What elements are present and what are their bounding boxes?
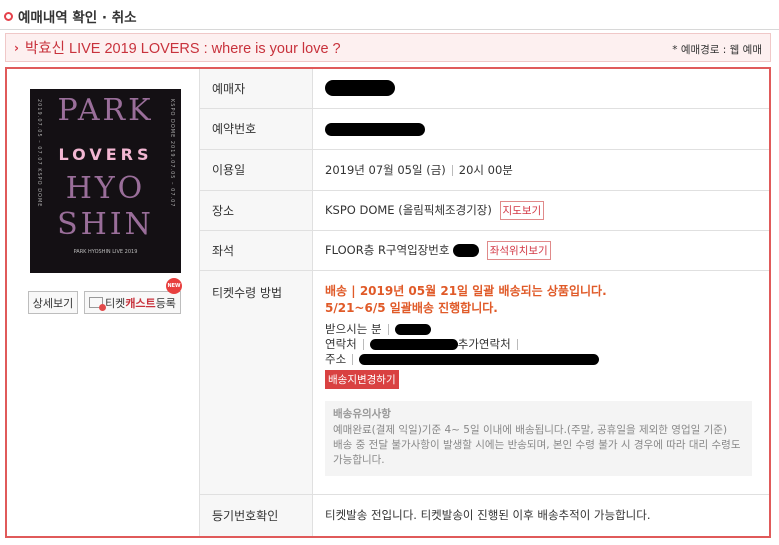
booking-route: * 예매경로 : 웹 예매 bbox=[672, 44, 762, 56]
row-booker: 예매자 bbox=[199, 69, 769, 109]
extra-contact-label: 추가연락처 bbox=[457, 336, 511, 351]
venue-text: KSPO DOME (올림픽체조경기장) bbox=[325, 202, 492, 217]
booking-detail-box: 2019.07.05 – 07.07 KSPO DOME KSPO DOME 2… bbox=[5, 67, 771, 538]
ticketcast-prefix: 티켓 bbox=[105, 296, 126, 310]
booking-info-table: 예매자 예약번호 이용일 2019년 07월 05일 (금) 20시 00분 장소… bbox=[199, 69, 769, 536]
delivery-notice-box: 배송유의사항 예매완료(결제 익일)기준 4~ 5일 이내에 배송됩니다.(주말… bbox=[325, 400, 752, 476]
poster-subtitle: PARK HYOSHIN LIVE 2019 bbox=[73, 249, 138, 255]
receipt-value: 배송 | 2019년 05월 21일 일괄 배송되는 상품입니다. 5/21~6… bbox=[312, 270, 769, 495]
redacted-mask bbox=[369, 338, 458, 350]
address-label: 주소 bbox=[325, 351, 347, 366]
bullet-ring-icon bbox=[4, 11, 13, 21]
row-registered-no: 등기번호확인 티켓발송 전입니다. 티켓발송이 진행된 이후 배송추적이 가능합… bbox=[199, 494, 770, 536]
registered-no-label: 등기번호확인 bbox=[199, 494, 313, 536]
row-seat: 좌석 FLOOR층 R구역입장번호 좌석위치보기 bbox=[199, 230, 769, 271]
detail-view-button[interactable]: 상세보기 bbox=[28, 291, 78, 314]
notice-text-1: 예매완료(결제 익일)기준 4~ 5일 이내에 배송됩니다.(주말, 공휴일을 … bbox=[333, 423, 728, 436]
venue-value: KSPO DOME (올림픽체조경기장) 지도보기 bbox=[312, 190, 769, 231]
seat-text: FLOOR층 R구역입장번호 bbox=[325, 242, 450, 257]
date-label: 이용일 bbox=[199, 149, 313, 191]
separator bbox=[352, 353, 354, 365]
address-line: 주소 bbox=[325, 352, 769, 367]
delivery-info-1: 배송 | 2019년 05월 21일 일괄 배송되는 상품입니다. bbox=[325, 283, 607, 298]
section-divider bbox=[0, 29, 779, 30]
row-venue: 장소 KSPO DOME (올림픽체조경기장) 지도보기 bbox=[199, 190, 769, 231]
ticketcast-suffix: 등록 bbox=[155, 296, 176, 310]
poster-text-hyo: HYO bbox=[65, 171, 146, 206]
redacted-mask bbox=[453, 243, 480, 257]
recipient-label: 받으시는 분 bbox=[325, 321, 382, 336]
venue-label: 장소 bbox=[199, 190, 313, 231]
contact-label: 연락처 bbox=[325, 336, 357, 351]
row-receipt: 티켓수령 방법 배송 | 2019년 05월 21일 일괄 배송되는 상품입니다… bbox=[199, 270, 769, 495]
booking-no-value bbox=[312, 108, 769, 150]
poster-text-park: PARK bbox=[57, 93, 154, 128]
contact-line: 연락처 추가연락처 bbox=[325, 337, 769, 352]
recipient-line: 받으시는 분 bbox=[325, 322, 769, 337]
change-address-button[interactable]: 배송지변경하기 bbox=[325, 369, 399, 389]
date-text: 2019년 07월 05일 (금) bbox=[325, 162, 446, 177]
row-booking-no: 예약번호 bbox=[199, 108, 769, 150]
separator bbox=[451, 164, 453, 176]
poster-text-lovers: LOVERS bbox=[58, 145, 153, 164]
notice-text-2: 배송 중 전달 불가사항이 발생할 시에는 반송되며, 본인 수령 불가 시 경… bbox=[333, 438, 741, 466]
ticketcast-mid: 캐스트 bbox=[125, 296, 156, 310]
chevron-right-icon: › bbox=[14, 40, 19, 55]
separator bbox=[516, 338, 518, 350]
separator bbox=[362, 338, 364, 350]
date-value: 2019년 07월 05일 (금) 20시 00분 bbox=[312, 149, 769, 191]
notice-title: 배송유의사항 bbox=[333, 407, 391, 420]
seat-label: 좌석 bbox=[199, 230, 313, 271]
poster-area: 2019.07.05 – 07.07 KSPO DOME KSPO DOME 2… bbox=[7, 69, 199, 536]
seat-location-button[interactable]: 좌석위치보기 bbox=[486, 240, 551, 260]
redacted-mask bbox=[394, 323, 431, 335]
booker-value bbox=[312, 69, 769, 109]
redacted-mask bbox=[325, 122, 425, 136]
ticketcast-register-button[interactable]: 티켓 캐스트 등록 bbox=[84, 291, 181, 314]
redacted-mask bbox=[359, 353, 600, 365]
map-view-button[interactable]: 지도보기 bbox=[499, 200, 545, 220]
delivery-info-2: 5/21~6/5 일괄배송 진행합니다. bbox=[325, 300, 498, 315]
row-date: 이용일 2019년 07월 05일 (금) 20시 00분 bbox=[199, 149, 769, 191]
booking-no-label: 예약번호 bbox=[199, 108, 313, 150]
new-badge: NEW bbox=[166, 278, 182, 294]
registered-no-value: 티켓발송 전입니다. 티켓발송이 진행된 이후 배송추적이 가능합니다. bbox=[325, 508, 651, 523]
redacted-mask bbox=[325, 80, 395, 97]
performance-title-bar: › 박효신 LIVE 2019 LOVERS : where is your l… bbox=[5, 33, 771, 62]
receipt-label: 티켓수령 방법 bbox=[199, 270, 313, 495]
separator bbox=[387, 323, 389, 335]
poster-text-shin: SHIN bbox=[57, 207, 154, 242]
booker-label: 예매자 bbox=[199, 69, 313, 109]
section-title-text: 예매내역 확인 · 취소 bbox=[18, 10, 137, 26]
section-title: 예매내역 확인 · 취소 bbox=[4, 6, 137, 26]
time-text: 20시 00분 bbox=[458, 162, 513, 177]
seat-value: FLOOR층 R구역입장번호 좌석위치보기 bbox=[312, 230, 769, 271]
ticket-icon bbox=[89, 297, 107, 311]
poster-image[interactable]: 2019.07.05 – 07.07 KSPO DOME KSPO DOME 2… bbox=[30, 89, 181, 273]
performance-title: 박효신 LIVE 2019 LOVERS : where is your lov… bbox=[24, 41, 341, 57]
